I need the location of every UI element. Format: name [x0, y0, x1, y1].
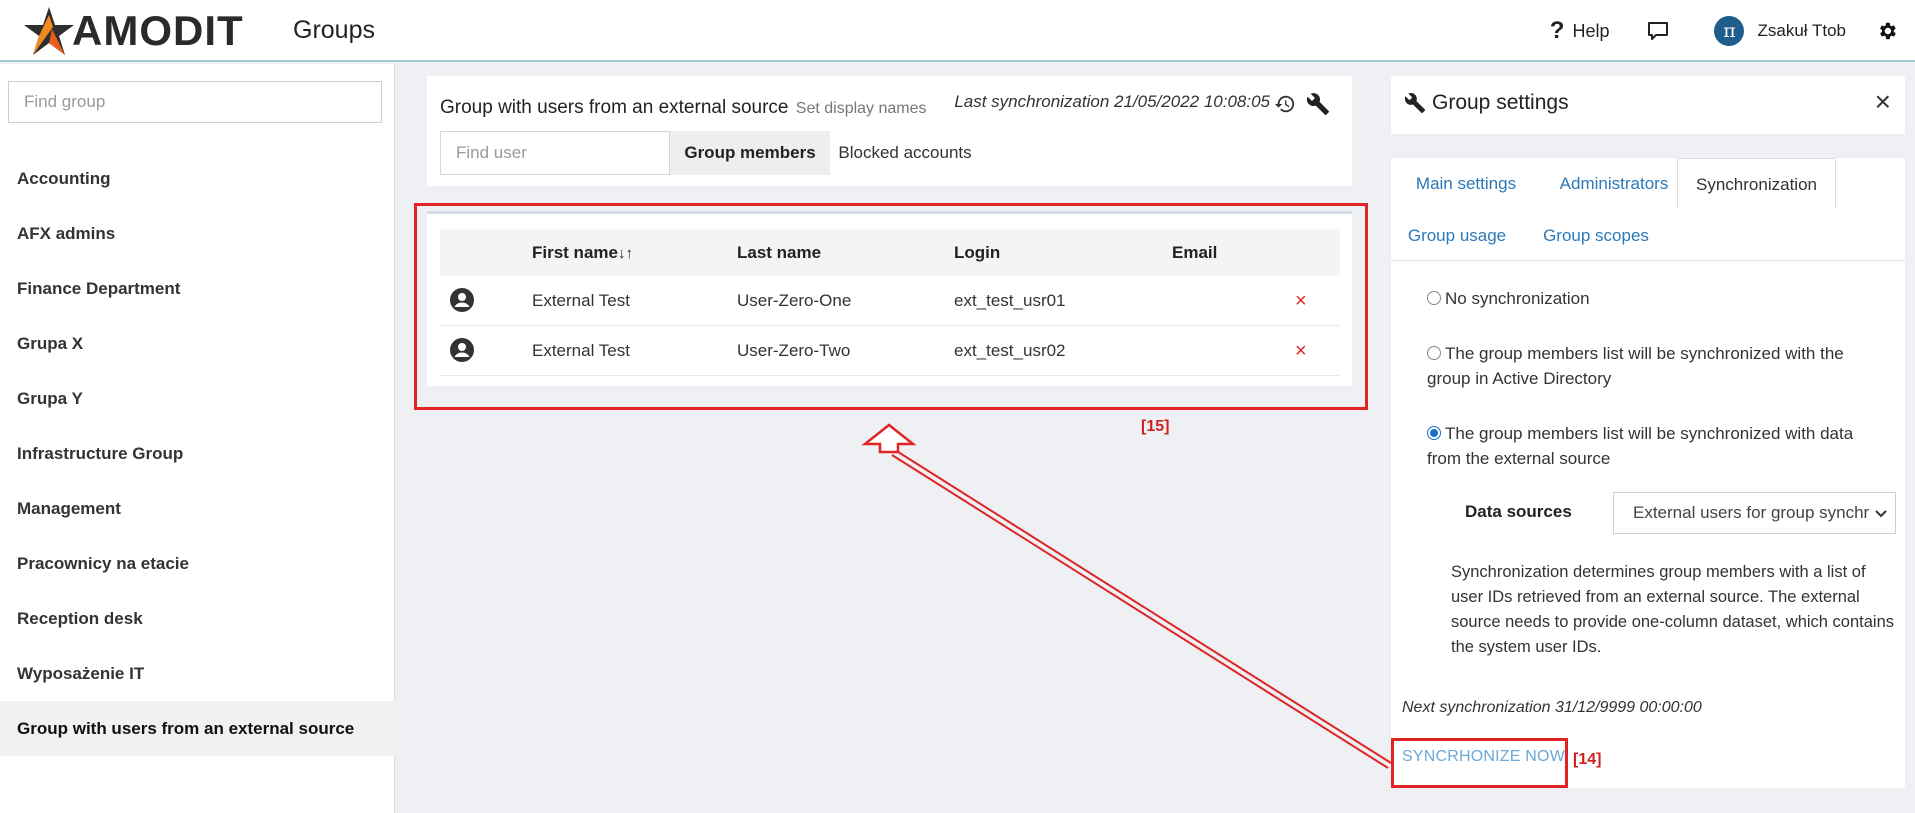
help-link[interactable]: ? Help	[1550, 17, 1610, 45]
annotation-box-15	[414, 203, 1368, 410]
chevron-down-icon	[1871, 493, 1887, 533]
sidebar-item-pracownicy-na-etacie[interactable]: Pracownicy na etacie	[0, 536, 395, 591]
history-icon	[1274, 95, 1295, 113]
option-ad-sync-label: The group members list will be synchroni…	[1427, 344, 1844, 388]
option-no-sync[interactable]: No synchronization	[1427, 286, 1887, 311]
data-sources-value: External users for group synchr	[1633, 503, 1870, 522]
data-sources-select[interactable]: External users for group synchr	[1613, 492, 1896, 534]
help-label: Help	[1572, 20, 1610, 41]
history-button[interactable]	[1274, 93, 1296, 120]
sidebar-item-grupa-y[interactable]: Grupa Y	[0, 371, 395, 426]
group-title-text: Group with users from an external source	[440, 97, 789, 118]
option-no-sync-label: No synchronization	[1445, 289, 1590, 308]
group-settings-title-text: Group settings	[1432, 91, 1569, 114]
annotation-label-15: [15]	[1141, 418, 1170, 435]
sidebar-item-accounting[interactable]: Accounting	[0, 151, 395, 206]
tab-group-members[interactable]: Group members	[670, 131, 830, 175]
option-external-sync-label: The group members list will be synchroni…	[1427, 424, 1854, 468]
group-settings-body: Main settings Administrators Synchroniza…	[1391, 158, 1905, 788]
last-sync-text: Last synchronization 21/05/2022 10:08:05	[954, 92, 1270, 111]
top-right-controls: ? Help π Zsakuł Ttob	[1550, 0, 1915, 62]
annotation-box-14	[1391, 738, 1568, 788]
annotation-label-14: [14]	[1573, 751, 1602, 768]
group-settings-title: Group settings	[1404, 91, 1569, 115]
tab-group-usage[interactable]: Group usage	[1391, 210, 1523, 261]
sidebar-item-finance-department[interactable]: Finance Department	[0, 261, 395, 316]
group-title: Group with users from an external source…	[440, 97, 927, 119]
group-settings-header: Group settings ×	[1391, 76, 1905, 134]
chat-icon	[1648, 22, 1669, 40]
sync-description: Synchronization determines group members…	[1451, 563, 1895, 656]
page-title: Groups	[293, 16, 375, 44]
radio-ad-sync[interactable]	[1427, 346, 1441, 360]
sidebar-item-external-source-group[interactable]: Group with users from an external source	[0, 701, 395, 756]
group-settings-button[interactable]	[1306, 92, 1330, 121]
option-external-sync[interactable]: The group members list will be synchroni…	[1427, 421, 1887, 471]
option-ad-sync[interactable]: The group members list will be synchroni…	[1427, 341, 1887, 391]
close-icon[interactable]: ×	[1875, 88, 1891, 116]
tab-main-settings[interactable]: Main settings	[1391, 158, 1541, 209]
question-icon: ?	[1549, 17, 1565, 44]
wrench-icon	[1404, 93, 1426, 114]
sidebar-item-management[interactable]: Management	[0, 481, 395, 536]
data-sources-label: Data sources	[1465, 502, 1572, 521]
tab-blocked-accounts[interactable]: Blocked accounts	[830, 131, 980, 175]
user-name[interactable]: Zsakuł Ttob	[1757, 21, 1846, 41]
logo-text: AMODIT	[72, 7, 244, 54]
find-user-input[interactable]	[440, 131, 670, 175]
chat-button[interactable]	[1647, 21, 1669, 41]
radio-no-sync[interactable]	[1427, 291, 1441, 305]
tab-group-scopes[interactable]: Group scopes	[1523, 210, 1669, 261]
sidebar-item-grupa-x[interactable]: Grupa X	[0, 316, 395, 371]
sidebar-item-afx-admins[interactable]: AFX admins	[0, 206, 395, 261]
sidebar-item-infrastructure-group[interactable]: Infrastructure Group	[0, 426, 395, 481]
set-display-names-link[interactable]: Set display names	[796, 100, 927, 117]
find-group-input[interactable]	[8, 81, 382, 123]
amodit-logo[interactable]: AMODIT	[22, 6, 244, 56]
star-logo-icon	[24, 7, 74, 55]
tab-synchronization[interactable]: Synchronization	[1677, 158, 1836, 209]
settings-tabs: Main settings Administrators Synchroniza…	[1391, 158, 1905, 261]
next-sync-text: Next synchronization 31/12/9999 00:00:00	[1402, 699, 1702, 716]
top-bar: AMODIT Groups ? Help π Zsakuł Ttob	[0, 0, 1915, 62]
group-header-card: Group with users from an external source…	[427, 76, 1352, 186]
group-list: Accounting AFX admins Finance Department…	[0, 151, 395, 756]
radio-external-sync[interactable]	[1427, 426, 1441, 440]
gear-icon	[1880, 22, 1896, 40]
group-sidebar: Accounting AFX admins Finance Department…	[0, 64, 395, 813]
sidebar-item-wyposazenie-it[interactable]: Wyposażenie IT	[0, 646, 395, 701]
tab-administrators[interactable]: Administrators	[1541, 158, 1687, 209]
avatar[interactable]: π	[1714, 16, 1745, 46]
wrench-icon	[1306, 93, 1329, 115]
settings-button[interactable]	[1876, 20, 1898, 42]
sidebar-item-reception-desk[interactable]: Reception desk	[0, 591, 395, 646]
